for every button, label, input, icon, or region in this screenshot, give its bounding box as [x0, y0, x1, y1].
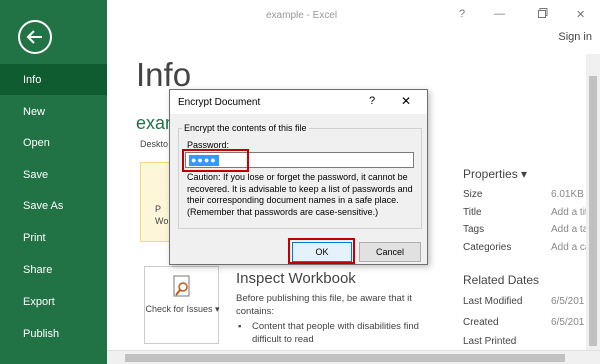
sidebar-item-new[interactable]: New	[0, 96, 107, 127]
check-for-issues-label: Check for Issues ▾	[145, 304, 220, 314]
close-button[interactable]: ✕	[576, 8, 585, 21]
date-value-created: 6/5/201	[551, 317, 585, 328]
file-path: Deskto	[140, 139, 169, 149]
date-label-created: Created	[463, 317, 499, 328]
prop-label-tags: Tags	[463, 224, 485, 235]
sidebar-item-save[interactable]: Save	[0, 159, 107, 190]
related-dates-title: Related Dates	[463, 273, 540, 287]
inspect-workbook-title: Inspect Workbook	[236, 270, 356, 287]
minimize-button[interactable]: —	[494, 8, 505, 20]
vertical-scroll-thumb[interactable]	[589, 76, 597, 346]
sidebar-item-print[interactable]: Print	[0, 222, 107, 253]
sidebar-item-export[interactable]: Export	[0, 286, 107, 317]
inspect-workbook-desc: Before publishing this file, be aware th…	[236, 293, 412, 317]
sidebar-item-save-as[interactable]: Save As	[0, 190, 107, 221]
bullet-icon: ▪	[238, 321, 242, 332]
restore-icon	[538, 8, 548, 18]
check-for-issues-button[interactable]: Check for Issues ▾	[144, 266, 220, 344]
date-label-last-modified: Last Modified	[463, 296, 523, 307]
restore-button[interactable]	[538, 8, 548, 21]
prop-label-size: Size	[463, 189, 483, 200]
ok-highlight-box	[288, 238, 355, 264]
vertical-scrollbar[interactable]	[586, 54, 600, 350]
dialog-title: Encrypt Document	[178, 97, 261, 108]
backstage-sidebar: Info New Open Save Save As Print Share E…	[0, 0, 107, 364]
encrypt-group-label: Encrypt the contents of this file	[182, 123, 309, 133]
sidebar-item-info[interactable]: Info	[0, 64, 107, 95]
sidebar-item-publish[interactable]: Publish	[0, 318, 107, 349]
sidebar-item-share[interactable]: Share	[0, 254, 107, 285]
prop-label-title: Title	[463, 207, 482, 218]
window-title: example - Excel	[266, 10, 338, 21]
inspect-bullet-text: Content that people with disabilities fi…	[252, 321, 419, 345]
date-label-last-printed: Last Printed	[463, 336, 517, 347]
dialog-close-button[interactable]: ✕	[401, 94, 411, 108]
prop-value-categories[interactable]: Add a ca	[551, 242, 590, 253]
properties-title[interactable]: Properties ▾	[463, 167, 527, 181]
password-highlight-box	[182, 149, 249, 172]
sign-in-link[interactable]: Sign in	[558, 31, 592, 43]
back-button[interactable]	[18, 20, 52, 54]
help-button[interactable]: ?	[459, 8, 465, 20]
inspect-document-icon	[171, 275, 193, 306]
back-arrow-icon	[26, 30, 42, 44]
prop-value-title[interactable]: Add a tit	[551, 207, 588, 218]
sidebar-item-open[interactable]: Open	[0, 127, 107, 158]
caution-text: Caution: If you lose or forget the passw…	[187, 172, 413, 217]
prop-label-categories: Categories	[463, 242, 512, 253]
horizontal-scrollbar[interactable]	[107, 350, 600, 364]
cancel-button[interactable]: Cancel	[359, 242, 421, 262]
inspect-bullet: ▪ Content that people with disabilities f…	[238, 320, 427, 346]
date-value-last-modified: 6/5/201	[551, 296, 585, 307]
dialog-help-button[interactable]: ?	[369, 95, 375, 107]
horizontal-scroll-thumb[interactable]	[125, 354, 565, 362]
prop-value-size: 6.01KB	[551, 189, 584, 200]
